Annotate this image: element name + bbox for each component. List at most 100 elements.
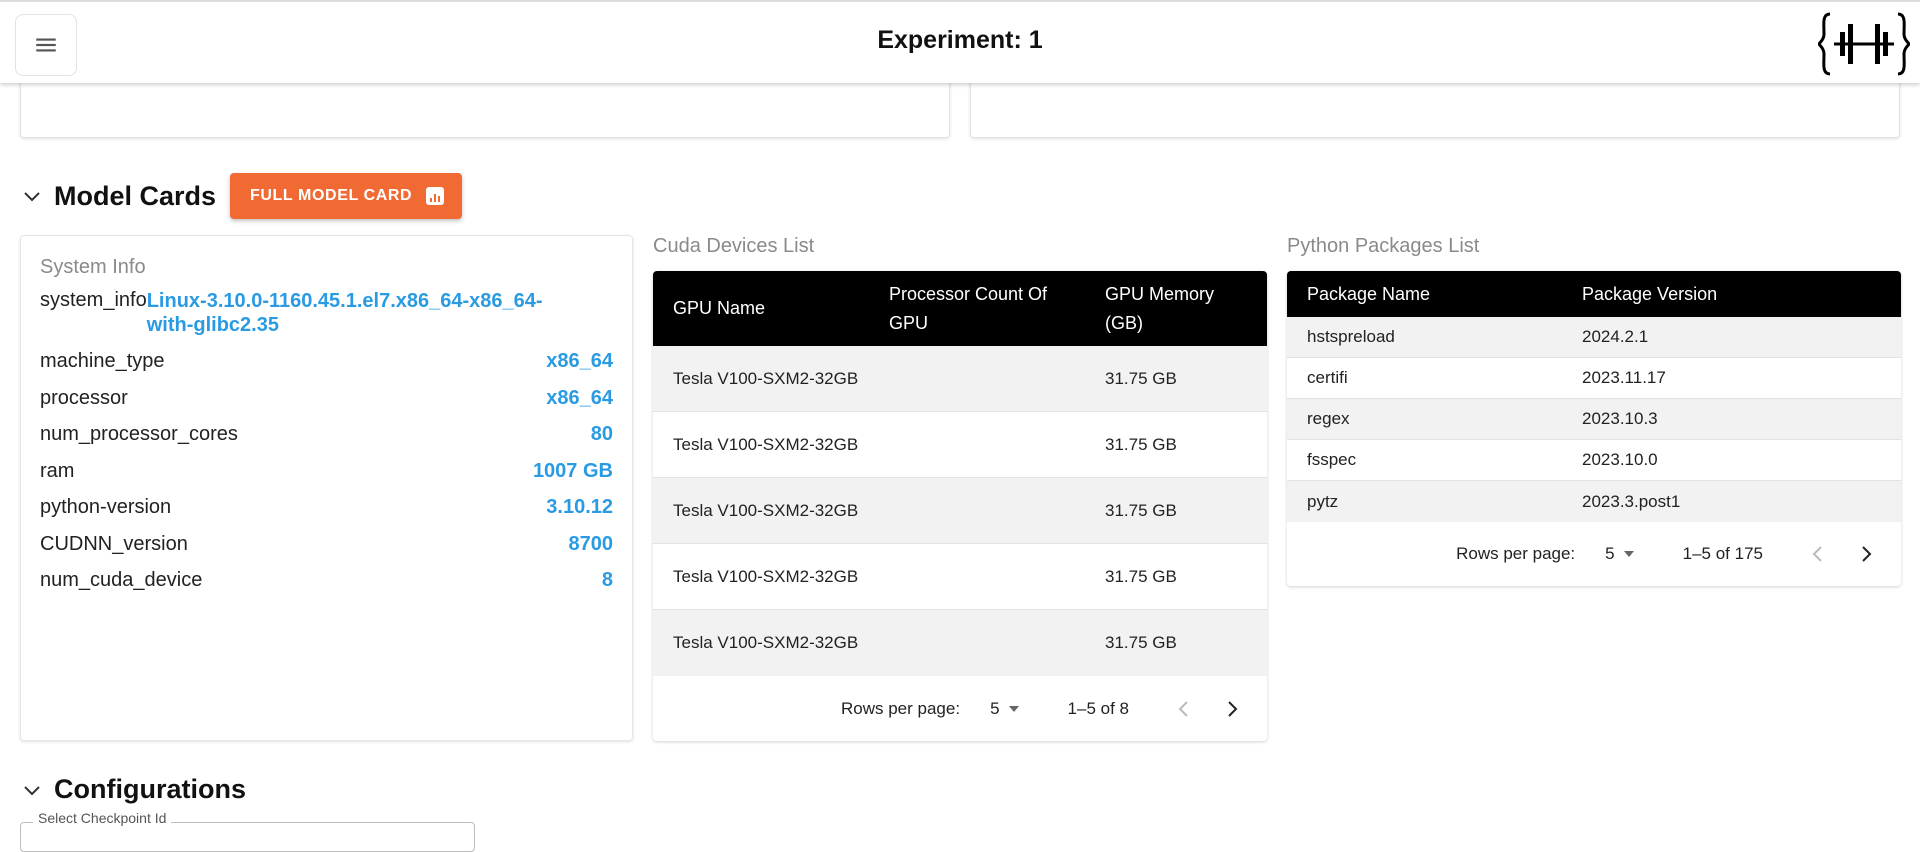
- full-model-card-button[interactable]: FULL MODEL CARD: [230, 173, 463, 219]
- table-cell: [889, 610, 1105, 676]
- table-row: hstspreload 2024.2.1: [1287, 317, 1901, 358]
- table-row: fsspec 2023.10.0: [1287, 440, 1901, 481]
- chevron-down-icon[interactable]: [20, 184, 44, 208]
- system-info-key: num_processor_cores: [40, 423, 238, 445]
- system-info-key: system_info: [40, 289, 147, 311]
- system-info-value: 3.10.12: [546, 496, 613, 518]
- pagination-range: 1–5 of 8: [1067, 698, 1129, 718]
- system-info-row: system_info Linux-3.10.0-1160.45.1.el7.x…: [40, 289, 613, 350]
- previous-page-button[interactable]: [1169, 695, 1197, 723]
- system-info-row: CUDNN_version 8700: [40, 533, 613, 570]
- system-info-value: 8700: [568, 532, 614, 555]
- table-cell: 2023.10.0: [1582, 450, 1658, 469]
- next-page-button[interactable]: [1219, 695, 1247, 723]
- pagination-range: 1–5 of 175: [1682, 543, 1763, 563]
- page-title: Experiment: 1: [877, 26, 1043, 54]
- system-info-key: machine_type: [40, 350, 165, 372]
- cuda-devices-table: GPU Name Processor Count Of GPU GPU Memo…: [653, 271, 1267, 741]
- table-cell: [889, 346, 1105, 411]
- top-app-bar: Experiment: 1: [0, 0, 1920, 83]
- table-row: Tesla V100-SXM2-32GB 31.75 GB: [653, 610, 1267, 676]
- table-cell: Tesla V100-SXM2-32GB: [673, 500, 859, 520]
- chevron-down-icon[interactable]: [20, 778, 44, 802]
- system-info-value: 80: [590, 423, 613, 445]
- configurations-section-header: Configurations: [20, 774, 246, 805]
- table-row: regex 2023.10.3: [1287, 399, 1901, 440]
- table-row: Tesla V100-SXM2-32GB 31.75 GB: [653, 412, 1267, 478]
- dropdown-arrow-icon: [1008, 705, 1019, 712]
- system-info-row: machine_type x86_64: [40, 350, 613, 387]
- table-pagination: Rows per page: 5 1–5 of 8: [653, 676, 1267, 741]
- table-row: certifi 2023.11.17: [1287, 358, 1901, 399]
- table-cell: Tesla V100-SXM2-32GB: [673, 566, 859, 586]
- system-info-value: Linux-3.10.0-1160.45.1.el7.x86_64-x86_64…: [146, 290, 543, 336]
- column-header[interactable]: Package Name: [1287, 280, 1582, 309]
- table-header: Package Name Package Version: [1287, 271, 1901, 317]
- previous-page-button[interactable]: [1803, 540, 1831, 568]
- rows-per-page-label: Rows per page:: [1456, 543, 1576, 563]
- table-cell: 31.75 GB: [1105, 434, 1177, 454]
- table-cell: 31.75 GB: [1105, 500, 1177, 520]
- rows-per-page-select[interactable]: 5: [990, 699, 1019, 719]
- table-cell: 2023.3.post1: [1582, 491, 1681, 511]
- system-info-key: ram: [40, 459, 75, 482]
- system-info-row: num_processor_cores 80: [40, 423, 613, 460]
- system-info-value: x86_64: [546, 386, 613, 409]
- full-model-card-label: FULL MODEL CARD: [250, 187, 413, 204]
- system-info-row: num_cuda_device 8: [40, 569, 613, 606]
- table-cell: hstspreload: [1307, 327, 1395, 346]
- table-cell: 31.75 GB: [1105, 566, 1177, 586]
- system-info-card: System Info system_info Linux-3.10.0-116…: [20, 235, 633, 741]
- system-info-row: ram 1007 GB: [40, 460, 613, 497]
- python-packages-table: Package Name Package Version hstspreload…: [1287, 271, 1901, 586]
- column-header[interactable]: GPU Name: [653, 294, 889, 323]
- next-page-button[interactable]: [1853, 540, 1881, 568]
- table-cell: regex: [1307, 409, 1350, 428]
- table-pagination: Rows per page: 5 1–5 of 175: [1287, 522, 1901, 585]
- table-cell: Tesla V100-SXM2-32GB: [673, 434, 859, 454]
- model-cards-section-header: Model Cards FULL MODEL CARD: [20, 173, 463, 219]
- table-cell: pytz: [1307, 491, 1339, 511]
- system-info-key: CUDNN_version: [40, 532, 188, 555]
- table-cell: 2024.2.1: [1582, 327, 1649, 346]
- system-info-value: 1007 GB: [532, 459, 613, 482]
- table-cell: [889, 412, 1105, 477]
- column-header[interactable]: GPU Memory (GB): [1105, 280, 1245, 338]
- table-cell: [889, 478, 1105, 543]
- cuda-devices-caption: Cuda Devices List: [653, 235, 815, 257]
- table-row: pytz 2023.3.post1: [1287, 481, 1901, 522]
- rows-per-page-select[interactable]: 5: [1605, 544, 1634, 564]
- dropdown-arrow-icon: [1623, 550, 1634, 557]
- chevron-left-icon: [1178, 700, 1188, 717]
- table-row: Tesla V100-SXM2-32GB 31.75 GB: [653, 478, 1267, 544]
- rows-per-page-value: 5: [990, 698, 1000, 718]
- chevron-right-icon: [1228, 700, 1238, 717]
- table-header: GPU Name Processor Count Of GPU GPU Memo…: [653, 271, 1267, 346]
- report-chart-icon: [426, 187, 445, 205]
- select-checkpoint-field[interactable]: [20, 822, 475, 852]
- table-row: Tesla V100-SXM2-32GB 31.75 GB: [653, 346, 1267, 412]
- table-cell: Tesla V100-SXM2-32GB: [673, 633, 859, 652]
- brand-logo-icon: [1818, 12, 1910, 76]
- table-cell: 2023.11.17: [1582, 368, 1666, 387]
- chevron-left-icon: [1812, 545, 1822, 562]
- column-header[interactable]: Package Version: [1582, 280, 1882, 309]
- table-cell: 2023.10.3: [1582, 409, 1658, 428]
- model-cards-heading: Model Cards: [54, 180, 217, 211]
- system-info-row: python-version 3.10.12: [40, 496, 613, 533]
- table-cell: fsspec: [1307, 450, 1357, 469]
- column-header[interactable]: Processor Count Of GPU: [889, 280, 1105, 338]
- system-info-value: x86_64: [546, 350, 613, 372]
- system-info-key: num_cuda_device: [40, 569, 203, 591]
- system-info-key: python-version: [40, 496, 172, 518]
- system-info-key: processor: [40, 386, 128, 409]
- table-cell: certifi: [1307, 368, 1348, 387]
- chevron-right-icon: [1862, 545, 1872, 562]
- select-checkpoint-label: Select Checkpoint Id: [33, 810, 172, 826]
- table-cell: Tesla V100-SXM2-32GB: [673, 368, 859, 388]
- table-row: Tesla V100-SXM2-32GB 31.75 GB: [653, 544, 1267, 610]
- system-info-row: processor x86_64: [40, 387, 613, 424]
- table-cell: 31.75 GB: [1105, 368, 1177, 388]
- system-info-value: 8: [601, 569, 613, 591]
- table-cell: [889, 544, 1105, 609]
